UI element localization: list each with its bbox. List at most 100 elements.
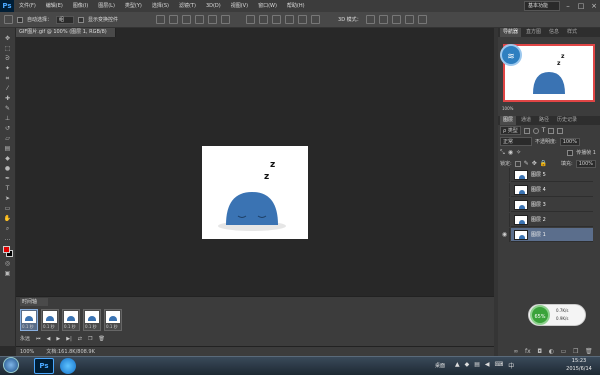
maximize-icon[interactable]: □ bbox=[575, 0, 587, 12]
layer-style-icon[interactable]: fx bbox=[525, 348, 531, 355]
magic-wand-icon[interactable]: ✦ bbox=[3, 65, 13, 73]
unify-position-icon[interactable]: ⤡ bbox=[500, 149, 505, 157]
tab-layers[interactable]: 图层 bbox=[500, 116, 517, 125]
3d-rotate-icon[interactable] bbox=[365, 15, 375, 24]
menu-filter[interactable]: 滤镜(T) bbox=[174, 0, 201, 12]
lock-position-icon[interactable]: ✥ bbox=[532, 160, 537, 167]
clock[interactable]: 15:23 2015/6/14 bbox=[564, 357, 594, 374]
menu-type[interactable]: 类型(Y) bbox=[120, 0, 147, 12]
path-select-icon[interactable]: ➤ bbox=[3, 195, 13, 203]
align-middle-icon[interactable] bbox=[169, 15, 179, 24]
align-top-icon[interactable] bbox=[156, 15, 166, 24]
start-button[interactable] bbox=[3, 357, 19, 373]
distribute-middle-icon[interactable] bbox=[259, 15, 269, 24]
zoom-tool-icon[interactable]: ⌕ bbox=[3, 225, 13, 233]
lock-transparent-icon[interactable] bbox=[514, 160, 521, 167]
filter-shape-icon[interactable] bbox=[548, 127, 555, 134]
history-brush-icon[interactable]: ↺ bbox=[3, 125, 13, 133]
distribute-bottom-icon[interactable] bbox=[272, 15, 282, 24]
3d-pan-icon[interactable] bbox=[391, 15, 401, 24]
foreground-color-swatch[interactable] bbox=[3, 246, 10, 253]
menu-image[interactable]: 图像(I) bbox=[68, 0, 93, 12]
timeline-frame[interactable]: 0.1 秒 bbox=[104, 309, 122, 331]
screen-mode-icon[interactable]: ▣ bbox=[3, 270, 13, 278]
timeline-frame[interactable]: 0.1 秒 bbox=[62, 309, 80, 331]
menu-3d[interactable]: 3D(D) bbox=[201, 0, 226, 12]
pen-tool-icon[interactable]: ✒ bbox=[3, 175, 13, 183]
align-left-icon[interactable] bbox=[195, 15, 205, 24]
tray-network-icon[interactable]: ▤ bbox=[474, 361, 480, 369]
first-frame-icon[interactable]: ⏮ bbox=[36, 336, 41, 342]
zoom-level[interactable]: 100% bbox=[20, 349, 34, 355]
layer-row[interactable]: 图层 5 bbox=[511, 168, 593, 182]
loop-select[interactable]: 永远 bbox=[20, 335, 30, 342]
layer-kind-filter[interactable]: ρ 类型 bbox=[500, 126, 521, 135]
marquee-tool-icon[interactable]: ⬚ bbox=[3, 45, 13, 53]
tray-arrow-icon[interactable]: ▲ bbox=[455, 361, 460, 369]
move-tool-icon[interactable]: ✥ bbox=[3, 35, 13, 43]
tab-channels[interactable]: 通道 bbox=[518, 116, 534, 125]
lasso-tool-icon[interactable]: ᘐ bbox=[3, 55, 13, 63]
close-icon[interactable]: × bbox=[588, 0, 600, 12]
prev-frame-icon[interactable]: ◀ bbox=[47, 336, 51, 342]
visibility-toggle[interactable] bbox=[500, 183, 510, 197]
hand-tool-icon[interactable]: ✋ bbox=[3, 215, 13, 223]
unify-style-icon[interactable]: ✧ bbox=[516, 149, 521, 156]
tab-styles[interactable]: 样式 bbox=[564, 28, 580, 37]
taskbar-photoshop-icon[interactable]: Ps bbox=[34, 358, 54, 374]
play-icon[interactable]: ▶ bbox=[56, 336, 60, 342]
visibility-toggle[interactable] bbox=[500, 198, 510, 212]
3d-roll-icon[interactable] bbox=[378, 15, 388, 24]
canvas[interactable]: z z bbox=[202, 146, 308, 239]
brush-tool-icon[interactable]: ✎ bbox=[3, 105, 13, 113]
more-tools-icon[interactable]: … bbox=[3, 235, 13, 243]
tab-history[interactable]: 历史记录 bbox=[554, 116, 580, 125]
lock-image-icon[interactable]: ✎ bbox=[524, 160, 529, 167]
workspace-select[interactable]: 基本功能 bbox=[524, 1, 560, 11]
crop-tool-icon[interactable]: ⌗ bbox=[3, 75, 13, 83]
adjustment-layer-icon[interactable]: ◐ bbox=[549, 348, 554, 355]
timeline-tab[interactable]: 时间轴 bbox=[20, 298, 48, 306]
tray-shield-icon[interactable]: ◆ bbox=[465, 361, 470, 369]
fill-input[interactable]: 100% bbox=[575, 159, 596, 168]
filter-pixel-icon[interactable] bbox=[523, 127, 530, 134]
auto-select-checkbox[interactable] bbox=[17, 16, 23, 23]
menu-help[interactable]: 帮助(H) bbox=[282, 0, 310, 12]
tab-info[interactable]: 信息 bbox=[546, 28, 562, 37]
menu-view[interactable]: 视图(V) bbox=[226, 0, 253, 12]
menu-select[interactable]: 选择(S) bbox=[147, 0, 174, 12]
eraser-icon[interactable]: ▱ bbox=[3, 135, 13, 143]
propagate-checkbox[interactable] bbox=[567, 149, 574, 156]
align-bottom-icon[interactable] bbox=[182, 15, 192, 24]
align-center-icon[interactable] bbox=[208, 15, 218, 24]
tab-navigator[interactable]: 导航器 bbox=[500, 28, 522, 37]
unify-visibility-icon[interactable]: ◉ bbox=[508, 149, 513, 156]
filter-smart-icon[interactable] bbox=[557, 127, 564, 134]
opacity-input[interactable]: 100% bbox=[559, 137, 580, 146]
wifi-icon[interactable]: ≋ bbox=[500, 44, 522, 66]
3d-slide-icon[interactable] bbox=[404, 15, 414, 24]
type-tool-icon[interactable]: T bbox=[3, 185, 13, 193]
eyedropper-icon[interactable]: ⁄ bbox=[3, 85, 13, 93]
minimize-icon[interactable]: – bbox=[562, 0, 574, 12]
dodge-tool-icon[interactable]: ● bbox=[3, 165, 13, 173]
timeline-frame[interactable]: 0.1 秒 bbox=[83, 309, 101, 331]
delete-layer-icon[interactable]: 🗑 bbox=[585, 348, 593, 355]
menu-layer[interactable]: 图层(L) bbox=[93, 0, 120, 12]
layer-row[interactable]: 图层 4 bbox=[511, 183, 593, 197]
auto-select-dropdown[interactable]: 组 bbox=[56, 15, 75, 24]
distribute-center-icon[interactable] bbox=[298, 15, 308, 24]
tray-volume-icon[interactable]: ◀ bbox=[485, 361, 490, 369]
menu-file[interactable]: 文件(F) bbox=[14, 0, 41, 12]
tray-keyboard-icon[interactable]: ⌨ bbox=[495, 361, 504, 369]
align-right-icon[interactable] bbox=[221, 15, 231, 24]
stamp-tool-icon[interactable]: ⊥ bbox=[3, 115, 13, 123]
timeline-frame[interactable]: 0.1 秒 bbox=[41, 309, 59, 331]
link-layers-icon[interactable]: ∞ bbox=[513, 348, 518, 355]
filter-type-icon[interactable]: T bbox=[542, 127, 546, 134]
visibility-toggle[interactable] bbox=[500, 168, 510, 182]
quick-mask-icon[interactable]: ◎ bbox=[3, 260, 13, 268]
document-tab[interactable]: GIF图片.gif @ 100% (图层 1, RGB/8) bbox=[16, 28, 116, 37]
tab-histogram[interactable]: 直方图 bbox=[523, 28, 544, 37]
new-layer-icon[interactable]: ❐ bbox=[573, 348, 578, 355]
